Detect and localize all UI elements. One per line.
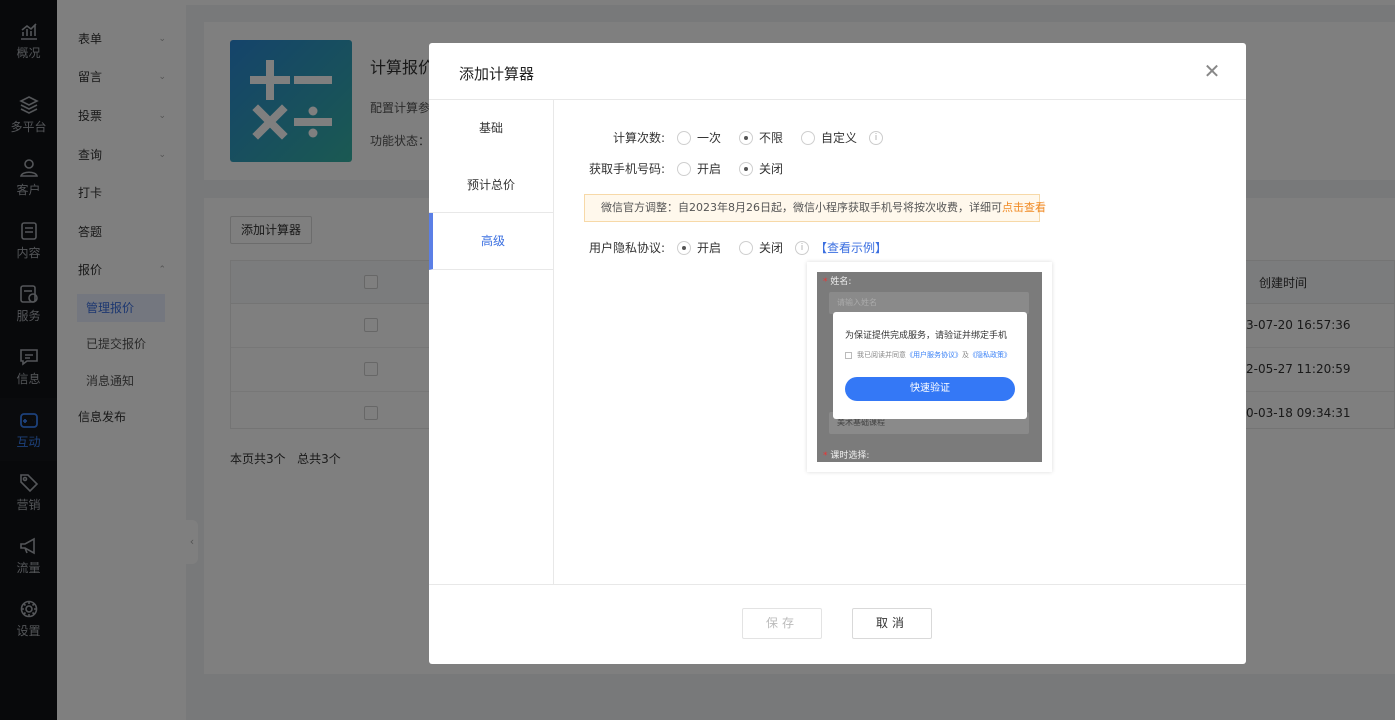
divider [429, 584, 1246, 585]
radio-privacy-on[interactable] [677, 240, 691, 255]
info-icon[interactable]: i [795, 240, 810, 255]
preview-time-label: * 课时选择: [823, 451, 870, 461]
calc-times-row: 计算次数: 一次 不限 自定义 i [584, 129, 884, 146]
tab-advanced[interactable]: 高级 [429, 213, 553, 270]
radio-unlimited[interactable] [739, 130, 754, 145]
view-example-link[interactable]: 【查看示例】 [815, 239, 887, 256]
radio-label: 开启 [697, 241, 722, 255]
preview-screen: * 姓名: 请输入姓名 美术基础课程 * 课时选择: 为保证提供完成服务，请验证… [817, 272, 1042, 462]
checkbox [845, 351, 852, 359]
preview-agreement: 我已阅读并同意 《用户服务协议》 及 《隐私政策》 [845, 350, 1011, 360]
radio-phone-off[interactable] [739, 161, 754, 176]
privacy-label: 用户隐私协议: [588, 241, 665, 255]
agreement-link: 《用户服务协议》 [906, 351, 962, 359]
notice-text: 微信官方调整：自2023年8月26日起，微信小程序获取手机号将按次收费，详细可 [601, 201, 1002, 214]
privacy-example-preview: * 姓名: 请输入姓名 美术基础课程 * 课时选择: 为保证提供完成服务，请验证… [807, 262, 1052, 472]
calc-times-label: 计算次数: [612, 131, 665, 145]
notice-link[interactable]: 点击查看 [1002, 201, 1046, 214]
agree-and: 及 [962, 351, 969, 359]
info-icon[interactable]: i [869, 130, 884, 145]
radio-privacy-off[interactable] [739, 240, 754, 255]
tab-basic[interactable]: 基础 [429, 100, 553, 156]
radio-label: 自定义 [821, 131, 858, 145]
radio-label: 关闭 [759, 162, 784, 176]
radio-custom[interactable] [801, 130, 816, 145]
preview-dialog-title: 为保证提供完成服务，请验证并绑定手机 [845, 331, 1008, 341]
radio-label: 关闭 [759, 241, 784, 255]
radio-label: 不限 [759, 131, 784, 145]
wechat-notice-banner: 微信官方调整：自2023年8月26日起，微信小程序获取手机号将按次收费，详细可点… [584, 194, 1046, 222]
get-phone-label: 获取手机号码: [588, 162, 665, 176]
close-icon[interactable]: ✕ [1203, 61, 1221, 81]
get-phone-row: 获取手机号码: 开启 关闭 [584, 160, 783, 177]
radio-once[interactable] [677, 130, 691, 145]
preview-verify-button: 快速验证 [845, 377, 1015, 401]
privacy-link: 《隐私政策》 [969, 351, 1011, 359]
agree-text: 我已阅读并同意 [857, 351, 906, 359]
modal-title: 添加计算器 [459, 65, 535, 83]
privacy-row: 用户隐私协议: 开启 关闭 i 【查看示例】 [584, 239, 887, 256]
preview-name-field: 请输入姓名 [829, 292, 1029, 314]
tab-estimated-total[interactable]: 预计总价 [429, 157, 553, 213]
radio-label: 一次 [697, 131, 722, 145]
modal-tabs: 基础 预计总价 高级 [429, 100, 554, 584]
add-calculator-modal: 添加计算器 ✕ 基础 预计总价 高级 计算次数: 一次 不限 自定义 i 获取手… [429, 43, 1246, 664]
radio-phone-on[interactable] [677, 161, 691, 176]
preview-verify-dialog: 为保证提供完成服务，请验证并绑定手机 我已阅读并同意 《用户服务协议》 及 《隐… [833, 312, 1027, 419]
cancel-button[interactable]: 取消 [852, 608, 932, 639]
save-button[interactable]: 保存 [742, 608, 822, 639]
preview-name-label: * 姓名: [823, 277, 852, 287]
radio-label: 开启 [697, 162, 722, 176]
